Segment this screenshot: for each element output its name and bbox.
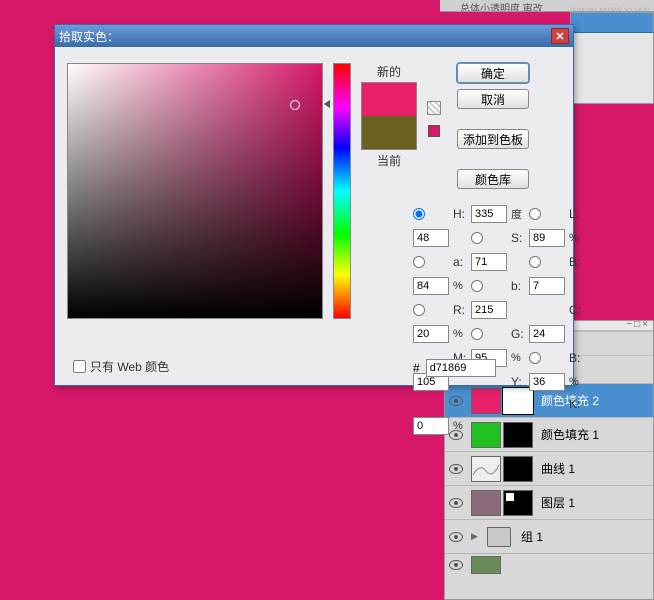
- background-fragment: [570, 12, 654, 104]
- unit-s: %: [569, 232, 583, 244]
- web-only-input[interactable]: [73, 360, 86, 373]
- layer-thumb[interactable]: [471, 556, 501, 574]
- gamut-warning-icon[interactable]: [427, 101, 441, 115]
- folder-icon[interactable]: [487, 527, 511, 547]
- hex-label: #: [413, 361, 420, 375]
- unit-h: 度: [511, 206, 525, 222]
- radio-bb[interactable]: [529, 352, 541, 364]
- saturation-value-field[interactable]: [67, 63, 323, 319]
- dialog-titlebar[interactable]: 拾取实色： ✕: [55, 25, 573, 47]
- layer-row[interactable]: 曲线 1: [445, 451, 653, 485]
- layer-row[interactable]: ▶ 组 1: [445, 519, 653, 553]
- radio-b[interactable]: [529, 256, 541, 268]
- sv-indicator: [324, 100, 330, 108]
- input-r[interactable]: [471, 301, 507, 319]
- radio-a[interactable]: [413, 256, 425, 268]
- hex-input[interactable]: [426, 359, 496, 377]
- layer-thumb[interactable]: [471, 490, 501, 516]
- web-only-label: 只有 Web 颜色: [90, 358, 169, 375]
- websafe-swatch[interactable]: [428, 125, 440, 137]
- visibility-icon[interactable]: [449, 532, 463, 542]
- input-y[interactable]: [529, 373, 565, 391]
- hue-slider[interactable]: [333, 63, 351, 319]
- input-l[interactable]: [413, 229, 449, 247]
- visibility-icon[interactable]: [449, 464, 463, 474]
- color-picker-dialog: 拾取实色： ✕ 新的 当前 确定 取消 添加到色板 颜色库: [54, 24, 574, 386]
- label-g: G:: [511, 327, 525, 341]
- label-c: C:: [569, 303, 583, 317]
- layer-row[interactable]: [445, 553, 653, 575]
- color-libraries-button[interactable]: 颜色库: [457, 169, 529, 189]
- sv-cursor: [290, 100, 300, 110]
- label-r: R:: [453, 303, 467, 317]
- unit-k: %: [453, 420, 467, 432]
- input-g[interactable]: [529, 325, 565, 343]
- radio-r[interactable]: [413, 304, 425, 316]
- label-b: B:: [569, 255, 583, 269]
- dialog-title: 拾取实色：: [59, 28, 119, 45]
- label-h: H:: [453, 207, 467, 221]
- label-s: S:: [511, 231, 525, 245]
- expand-icon[interactable]: ▶: [471, 531, 481, 542]
- visibility-icon[interactable]: [449, 498, 463, 508]
- label-b2: b:: [511, 279, 525, 293]
- color-fields: H:度 L: S:% a: B:% b: R: C:% G: M:% B: Y:…: [413, 205, 583, 435]
- current-color-swatch[interactable]: [362, 116, 416, 149]
- new-color-swatch: [362, 83, 416, 116]
- input-b[interactable]: [413, 277, 449, 295]
- visibility-icon[interactable]: [449, 560, 463, 570]
- color-preview: [361, 82, 417, 150]
- label-a: a:: [453, 255, 467, 269]
- current-label: 当前: [377, 152, 401, 169]
- input-s[interactable]: [529, 229, 565, 247]
- cancel-button[interactable]: 取消: [457, 89, 529, 109]
- layer-name: 图层 1: [541, 494, 575, 511]
- label-l: L:: [569, 207, 583, 221]
- unit-y: %: [569, 376, 583, 388]
- input-h[interactable]: [471, 205, 507, 223]
- layer-name: 曲线 1: [541, 460, 575, 477]
- new-label: 新的: [377, 63, 401, 80]
- unit-m: %: [511, 352, 525, 364]
- input-b2[interactable]: [529, 277, 565, 295]
- ok-button[interactable]: 确定: [457, 63, 529, 83]
- radio-g[interactable]: [471, 328, 483, 340]
- layer-mask[interactable]: [503, 456, 533, 482]
- input-c[interactable]: [413, 325, 449, 343]
- radio-l[interactable]: [529, 208, 541, 220]
- close-button[interactable]: ✕: [551, 28, 569, 44]
- label-y: Y:: [511, 375, 525, 389]
- radio-s[interactable]: [471, 232, 483, 244]
- input-k[interactable]: [413, 417, 449, 435]
- label-k: K:: [569, 397, 583, 411]
- layer-thumb[interactable]: [471, 456, 501, 482]
- unit-c: %: [453, 328, 467, 340]
- layer-row[interactable]: 图层 1: [445, 485, 653, 519]
- label-bb: B:: [569, 351, 583, 365]
- add-swatch-button[interactable]: 添加到色板: [457, 129, 529, 149]
- web-only-checkbox[interactable]: 只有 Web 颜色: [73, 358, 169, 375]
- unit-b: %: [453, 280, 467, 292]
- layer-mask[interactable]: [503, 490, 533, 516]
- layer-name: 组 1: [521, 528, 543, 545]
- input-a[interactable]: [471, 253, 507, 271]
- radio-h[interactable]: [413, 208, 425, 220]
- radio-b2[interactable]: [471, 280, 483, 292]
